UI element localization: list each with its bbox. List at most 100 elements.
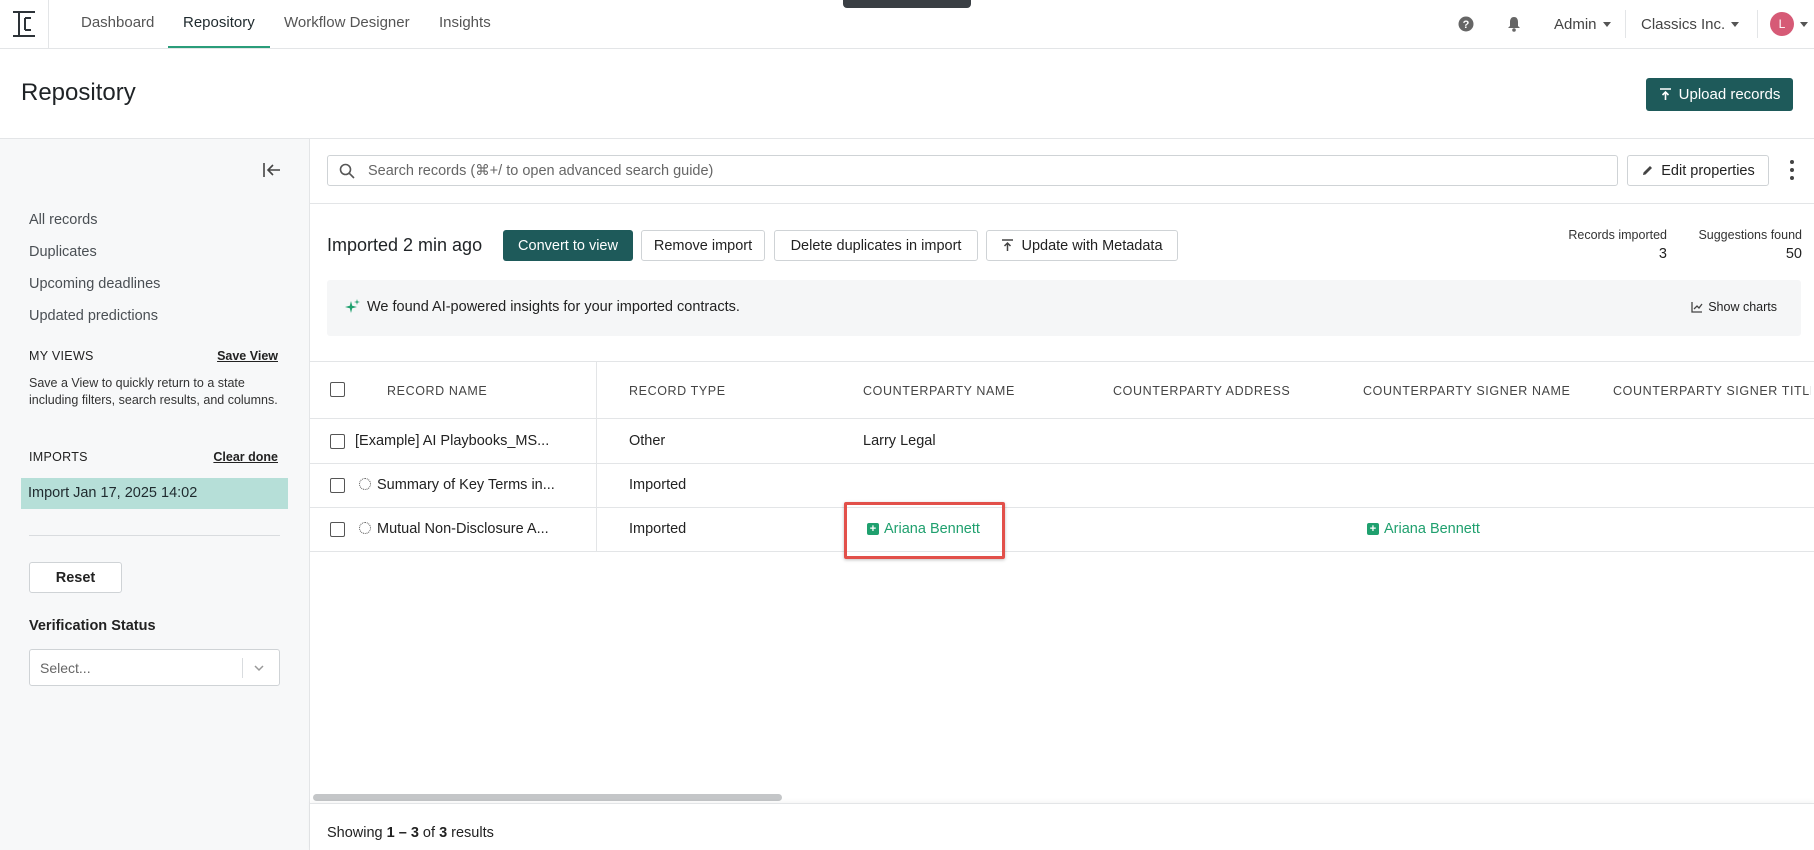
divider <box>1625 10 1626 38</box>
tab-repository[interactable]: Repository <box>168 0 270 48</box>
table-header: RECORD NAME RECORD TYPE COUNTERPARTY NAM… <box>310 361 1814 419</box>
sidebar: All records Duplicates Upcoming deadline… <box>0 139 310 850</box>
add-suggestion-icon: + <box>1367 523 1379 535</box>
sidebar-item-updated-predictions[interactable]: Updated predictions <box>29 308 158 324</box>
record-name-cell[interactable]: [Example] AI Playbooks_MS... <box>355 433 549 449</box>
upload-records-button[interactable]: Upload records <box>1646 78 1793 111</box>
suggestions-found-label: Suggestions found <box>1698 228 1802 242</box>
chevron-down-icon <box>253 661 265 679</box>
suggestions-found-value: 50 <box>1785 246 1802 262</box>
admin-menu-label: Admin <box>1554 15 1597 33</box>
results-count: Showing 1 – 3 of 3 results <box>327 825 494 841</box>
save-view-link[interactable]: Save View <box>217 349 278 363</box>
page-header: Repository Upload records <box>0 49 1814 139</box>
more-options-icon[interactable] <box>1789 160 1795 180</box>
edit-properties-button[interactable]: Edit properties <box>1627 155 1769 186</box>
row-checkbox[interactable] <box>330 478 345 493</box>
show-charts-button[interactable]: Show charts <box>1691 300 1777 314</box>
row-checkbox[interactable] <box>330 522 345 537</box>
import-status-title: Imported 2 min ago <box>327 235 483 255</box>
results-prefix: Showing <box>327 825 387 841</box>
processing-spinner-icon <box>359 478 371 490</box>
sidebar-item-all-records[interactable]: All records <box>29 212 98 228</box>
tab-insights[interactable]: Insights <box>439 0 491 48</box>
top-navbar: Dashboard Repository Workflow Designer I… <box>0 0 1814 49</box>
select-all-checkbox[interactable] <box>330 382 345 397</box>
remove-import-button[interactable]: Remove import <box>641 230 765 261</box>
select-placeholder: Select... <box>40 660 91 676</box>
upload-icon <box>1659 88 1671 100</box>
admin-menu[interactable]: Admin <box>1554 0 1611 48</box>
chevron-down-icon <box>1602 21 1611 27</box>
horizontal-scrollbar[interactable] <box>313 794 782 801</box>
table-row[interactable]: Summary of Key Terms in... Imported <box>310 464 1814 508</box>
results-total: 3 <box>439 825 448 841</box>
column-header-record-name[interactable]: RECORD NAME <box>387 384 487 398</box>
collapse-sidebar-icon[interactable] <box>263 162 281 183</box>
column-header-record-type[interactable]: RECORD TYPE <box>629 384 726 398</box>
sidebar-item-duplicates[interactable]: Duplicates <box>29 244 97 260</box>
records-imported-stat: Records imported 3 <box>1545 228 1667 262</box>
imports-heading: IMPORTS <box>29 450 88 464</box>
sparkle-icon <box>345 299 360 319</box>
convert-to-view-button[interactable]: Convert to view <box>503 230 633 261</box>
edit-properties-label: Edit properties <box>1661 162 1755 179</box>
upload-records-label: Upload records <box>1678 86 1781 103</box>
record-type-cell: Other <box>629 433 666 449</box>
user-avatar-menu[interactable]: L <box>1770 0 1808 48</box>
app-logo-icon[interactable] <box>0 0 49 48</box>
import-list-item[interactable]: Import Jan 17, 2025 14:02 <box>21 478 288 509</box>
row-checkbox[interactable] <box>330 434 345 449</box>
top-drag-handle[interactable] <box>843 0 971 8</box>
search-input[interactable]: Search records (⌘+/ to open advanced sea… <box>327 155 1618 186</box>
tab-workflow-designer[interactable]: Workflow Designer <box>284 0 410 48</box>
org-menu-label: Classics Inc. <box>1641 15 1726 33</box>
my-views-note: Save a View to quickly return to a state… <box>29 376 278 407</box>
results-suffix: results <box>447 825 494 841</box>
clear-done-link[interactable]: Clear done <box>213 450 278 464</box>
divider <box>242 658 243 678</box>
chevron-down-icon <box>1800 21 1808 27</box>
table-row[interactable]: [Example] AI Playbooks_MS... Other Larry… <box>310 420 1814 464</box>
show-charts-label: Show charts <box>1708 300 1777 314</box>
record-type-cell: Imported <box>629 521 687 537</box>
help-icon[interactable]: ? <box>1458 0 1474 48</box>
column-header-counterparty-signer-name[interactable]: COUNTERPARTY SIGNER NAME <box>1363 384 1571 398</box>
divider <box>310 203 1814 204</box>
column-header-counterparty-signer-title[interactable]: COUNTERPARTY SIGNER TITLE <box>1613 384 1811 398</box>
delete-duplicates-button[interactable]: Delete duplicates in import <box>774 230 978 261</box>
org-menu[interactable]: Classics Inc. <box>1641 0 1740 48</box>
verification-status-label: Verification Status <box>29 618 156 634</box>
table-row[interactable]: Mutual Non-Disclosure A... Imported + Ar… <box>310 508 1814 552</box>
page-title: Repository <box>21 79 136 106</box>
column-header-counterparty-address[interactable]: COUNTERPARTY ADDRESS <box>1113 384 1290 398</box>
reset-button[interactable]: Reset <box>29 562 122 593</box>
sidebar-item-upcoming-deadlines[interactable]: Upcoming deadlines <box>29 276 160 292</box>
divider <box>1757 10 1758 38</box>
upload-icon <box>1002 239 1014 251</box>
record-name-text: Mutual Non-Disclosure A... <box>377 521 549 537</box>
avatar: L <box>1770 12 1794 36</box>
suggestions-found-stat: Suggestions found 50 <box>1683 228 1802 262</box>
suggestion-value: Ariana Bennett <box>1384 521 1480 537</box>
chevron-down-icon <box>1731 21 1740 27</box>
processing-spinner-icon <box>359 522 371 534</box>
chart-icon <box>1691 302 1703 313</box>
record-name-cell[interactable]: Summary of Key Terms in... <box>359 477 555 493</box>
column-header-counterparty-name[interactable]: COUNTERPARTY NAME <box>863 384 1015 398</box>
record-name-cell[interactable]: Mutual Non-Disclosure A... <box>359 521 549 537</box>
my-views-heading: MY VIEWS <box>29 349 94 363</box>
update-with-metadata-button[interactable]: Update with Metadata <box>986 230 1178 261</box>
records-imported-label: Records imported <box>1568 228 1667 242</box>
results-range: 1 – 3 <box>386 825 419 841</box>
insight-message: We found AI-powered insights for your im… <box>367 299 740 315</box>
results-of: of <box>418 825 440 841</box>
svg-text:?: ? <box>1463 19 1470 31</box>
verification-status-select[interactable]: Select... <box>29 649 280 686</box>
pagination-footer: Showing 1 – 3 of 3 results <box>310 803 1814 850</box>
counterparty-signer-suggestion[interactable]: + Ariana Bennett <box>1367 521 1480 537</box>
notifications-bell-icon[interactable] <box>1507 0 1521 48</box>
counterparty-name-cell[interactable]: Larry Legal <box>863 433 936 449</box>
records-imported-value: 3 <box>1658 246 1667 262</box>
tab-dashboard[interactable]: Dashboard <box>81 0 154 48</box>
